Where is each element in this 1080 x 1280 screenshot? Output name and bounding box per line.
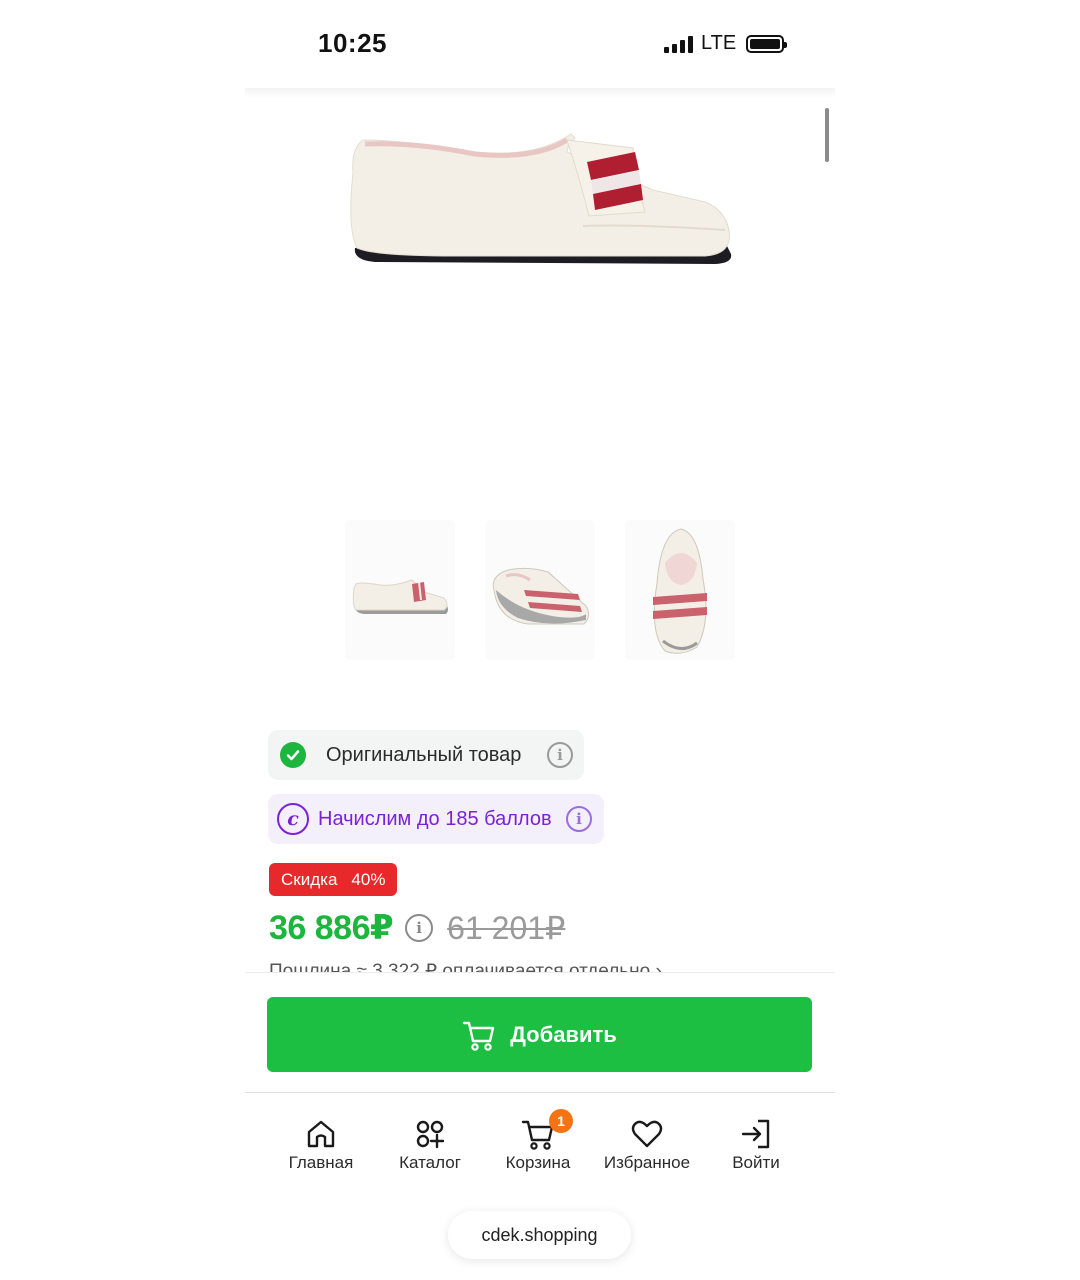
tab-cart[interactable]: 1 Корзина (483, 1109, 593, 1173)
product-main-image[interactable] (335, 118, 745, 268)
tab-favorites[interactable]: Избранное (592, 1117, 702, 1173)
status-time: 10:25 (318, 28, 387, 58)
battery-icon (746, 34, 788, 53)
price-info-icon[interactable]: i (405, 914, 434, 942)
price-row: 36 886₽ i 61 201₽ (269, 908, 565, 948)
thumbnail-1[interactable] (345, 520, 455, 660)
heart-icon (631, 1120, 663, 1148)
points-label: Начислим до 185 баллов (318, 807, 552, 830)
old-price: 61 201₽ (447, 910, 566, 946)
bottom-tab-bar: Главная Каталог 1 Корзина Избранное Войт… (245, 1093, 835, 1208)
info-icon[interactable]: i (547, 742, 573, 768)
home-icon (307, 1120, 335, 1148)
cart-count-badge: 1 (549, 1109, 573, 1133)
duty-text[interactable]: Пошлина ≈ 3 322 ₽ оплачивается отдельно … (269, 960, 662, 972)
status-indicators: LTE (664, 32, 788, 55)
current-price: 36 886₽ (269, 909, 394, 947)
check-circle-icon (280, 742, 306, 768)
cart-icon (463, 1021, 495, 1051)
tab-login[interactable]: Войти (701, 1117, 811, 1173)
discount-value: 40% (351, 869, 386, 889)
info-icon[interactable]: i (566, 806, 592, 832)
tab-home[interactable]: Главная (266, 1117, 376, 1173)
discount-badge: Скидка 40% (269, 863, 398, 896)
original-product-badge[interactable]: Оригинальный товар i (268, 730, 584, 780)
add-button-label: Добавить (510, 1021, 617, 1047)
product-page: Оригинальный товар i c Начислим до 185 б… (245, 88, 835, 1208)
thumbnail-3[interactable] (625, 520, 735, 660)
network-type: LTE (701, 32, 737, 54)
discount-label: Скидка (281, 869, 338, 889)
browser-url-bar[interactable]: cdek.shopping (448, 1211, 631, 1259)
signal-icon (664, 35, 693, 53)
catalog-icon (416, 1120, 445, 1149)
thumbnail-2[interactable] (485, 520, 595, 660)
points-c-icon: c (277, 803, 309, 835)
original-product-label: Оригинальный товар (326, 743, 522, 766)
loafer-image (350, 133, 732, 264)
add-to-cart-bar: Добавить (245, 972, 835, 1093)
login-icon (741, 1119, 770, 1149)
tab-catalog[interactable]: Каталог (375, 1117, 485, 1173)
thumbnail-strip (345, 520, 735, 660)
add-to-cart-button[interactable]: Добавить (267, 997, 812, 1072)
scrollbar[interactable] (825, 108, 829, 162)
points-badge[interactable]: c Начислим до 185 баллов i (268, 794, 604, 844)
